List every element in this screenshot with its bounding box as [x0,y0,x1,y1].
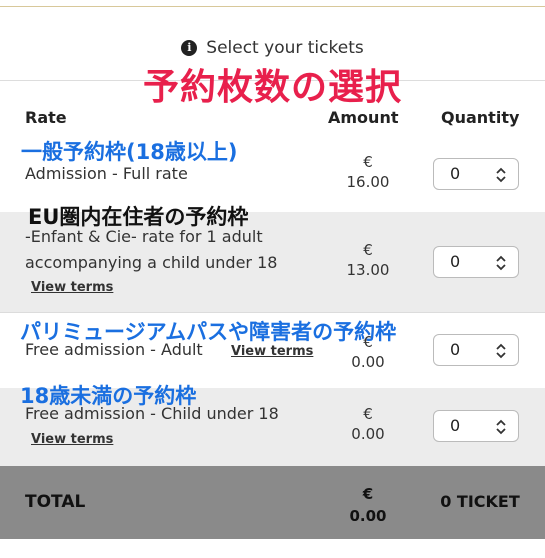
annotation-select-tickets: 予約枚数の選択 [142,67,402,108]
quantity-select[interactable]: 0 [433,334,519,366]
quantity-value: 0 [450,164,461,183]
annotation-general-ticket: 一般予約枠(18歳以上) [21,140,238,164]
column-header-amount: Amount [328,108,399,127]
view-terms-link[interactable]: View terms [31,280,113,295]
section-header: i Select your tickets [0,38,545,58]
annotation-under-18: 18歳未満の予約枠 [20,384,197,408]
total-label: TOTAL [25,492,86,512]
quantity-value: 0 [450,340,461,359]
column-header-rate: Rate [25,108,67,127]
currency-symbol: € [363,405,373,423]
chevron-up-down-icon [496,419,506,435]
quantity-select[interactable]: 0 [433,158,519,190]
price-value: 0.00 [351,353,385,371]
top-divider [0,6,545,7]
price-value: 0.00 [351,425,385,443]
section-title: Select your tickets [206,38,364,58]
price-value: 16.00 [346,173,390,191]
rate-price: € 16.00 [328,152,408,192]
total-bar: TOTAL € 0.00 0 TICKET [0,466,545,539]
total-ticket-count: 0 TICKET [440,492,520,511]
chevron-up-down-icon [496,167,506,183]
annotation-eu-resident: EU圏内在住者の予約枠 [28,205,249,229]
column-header-quantity: Quantity [441,108,520,127]
rate-description-line2: accompanying a child under 18 [25,253,278,272]
quantity-select[interactable]: 0 [433,410,519,442]
view-terms-link[interactable]: View terms [231,344,313,359]
currency-symbol: € [363,153,373,171]
annotation-museum-pass: パリミュージアムパスや障害者の予約枠 [20,320,397,344]
view-terms-link[interactable]: View terms [31,432,113,447]
rate-description: -Enfant & Cie- rate for 1 adult accompan… [25,224,277,276]
chevron-up-down-icon [496,255,506,271]
price-value: 13.00 [346,261,390,279]
quantity-select[interactable]: 0 [433,246,519,278]
info-icon: i [181,40,198,56]
quantity-value: 0 [450,416,461,435]
rate-price: € 0.00 [328,404,408,444]
total-price-value: 0.00 [349,507,387,525]
currency-symbol: € [363,241,373,259]
total-price: € 0.00 [328,483,408,527]
quantity-value: 0 [450,252,461,271]
chevron-up-down-icon [496,343,506,359]
rate-price: € 13.00 [328,240,408,280]
total-currency: € [362,485,374,503]
